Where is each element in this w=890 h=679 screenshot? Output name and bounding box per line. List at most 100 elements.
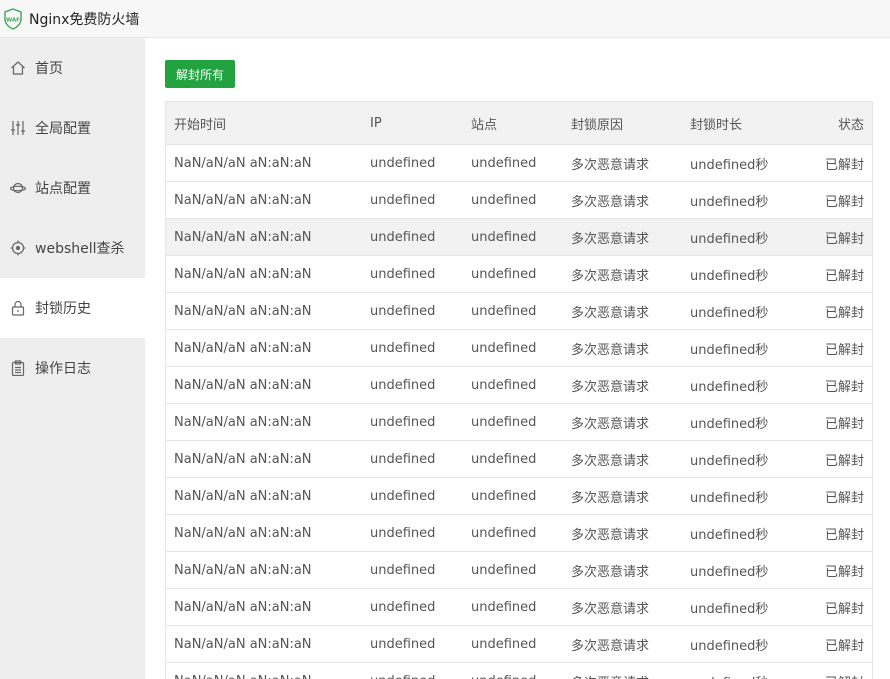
cell-ip: undefined: [362, 403, 463, 441]
logo-text: WAF: [6, 17, 20, 23]
cell-reason: 多次恶意请求: [563, 181, 682, 219]
cell-start-time: NaN/aN/aN aN:aN:aN: [165, 292, 362, 330]
table-row[interactable]: NaN/aN/aN aN:aN:aNundefinedundefined多次恶意…: [165, 181, 873, 219]
cell-reason: 多次恶意请求: [563, 440, 682, 478]
cell-status: 已解封: [795, 181, 873, 219]
column-header-ip[interactable]: IP: [362, 101, 463, 145]
cell-duration: undefined秒: [682, 440, 795, 478]
cell-reason: 多次恶意请求: [563, 255, 682, 293]
table-row[interactable]: NaN/aN/aN aN:aN:aNundefinedundefined多次恶意…: [165, 218, 873, 256]
table-row[interactable]: NaN/aN/aN aN:aN:aNundefinedundefined多次恶意…: [165, 366, 873, 404]
cell-start-time: NaN/aN/aN aN:aN:aN: [165, 255, 362, 293]
cell-duration: undefined秒: [682, 662, 795, 679]
cell-start-time: NaN/aN/aN aN:aN:aN: [165, 588, 362, 626]
cell-site: undefined: [463, 292, 563, 330]
cell-site: undefined: [463, 255, 563, 293]
unban-all-button[interactable]: 解封所有: [165, 60, 235, 88]
column-header-start-time[interactable]: 开始时间: [165, 101, 362, 145]
cell-reason: 多次恶意请求: [563, 551, 682, 589]
cell-status: 已解封: [795, 662, 873, 679]
cell-status: 已解封: [795, 366, 873, 404]
cell-site: undefined: [463, 551, 563, 589]
table-row[interactable]: NaN/aN/aN aN:aN:aNundefinedundefined多次恶意…: [165, 403, 873, 441]
cell-ip: undefined: [362, 662, 463, 679]
cell-ip: undefined: [362, 625, 463, 663]
cell-reason: 多次恶意请求: [563, 477, 682, 515]
sidebar: 首页 全局配置 站点配置 webshell查杀 封锁历史 操作日志: [0, 38, 145, 679]
cell-site: undefined: [463, 329, 563, 367]
cell-ip: undefined: [362, 292, 463, 330]
home-icon: [10, 60, 26, 76]
cell-duration: undefined秒: [682, 329, 795, 367]
table-row[interactable]: NaN/aN/aN aN:aN:aNundefinedundefined多次恶意…: [165, 329, 873, 367]
cell-status: 已解封: [795, 144, 873, 182]
column-header-duration[interactable]: 封锁时长: [682, 101, 795, 145]
table-header-row: 开始时间 IP 站点 封锁原因 封锁时长 状态: [165, 101, 873, 145]
cell-status: 已解封: [795, 292, 873, 330]
sidebar-item-label: 站点配置: [35, 181, 91, 197]
column-header-status[interactable]: 状态: [795, 101, 873, 145]
cell-duration: undefined秒: [682, 366, 795, 404]
cell-reason: 多次恶意请求: [563, 403, 682, 441]
table-row[interactable]: NaN/aN/aN aN:aN:aNundefinedundefined多次恶意…: [165, 292, 873, 330]
sidebar-item-operation-log[interactable]: 操作日志: [0, 338, 145, 398]
sidebar-item-global-config[interactable]: 全局配置: [0, 98, 145, 158]
lock-icon: [10, 300, 26, 316]
table-row[interactable]: NaN/aN/aN aN:aN:aNundefinedundefined多次恶意…: [165, 477, 873, 515]
cell-reason: 多次恶意请求: [563, 662, 682, 679]
sidebar-item-ban-history[interactable]: 封锁历史: [0, 278, 145, 338]
sidebar-item-site-config[interactable]: 站点配置: [0, 158, 145, 218]
cell-status: 已解封: [795, 588, 873, 626]
cell-ip: undefined: [362, 366, 463, 404]
cell-reason: 多次恶意请求: [563, 144, 682, 182]
cell-duration: undefined秒: [682, 551, 795, 589]
cell-duration: undefined秒: [682, 181, 795, 219]
cell-start-time: NaN/aN/aN aN:aN:aN: [165, 551, 362, 589]
cell-ip: undefined: [362, 551, 463, 589]
top-bar: WAF Nginx免费防火墙: [0, 0, 890, 38]
table-row[interactable]: NaN/aN/aN aN:aN:aNundefinedundefined多次恶意…: [165, 662, 873, 679]
target-icon: [10, 240, 26, 256]
cell-status: 已解封: [795, 625, 873, 663]
cell-ip: undefined: [362, 144, 463, 182]
table-row[interactable]: NaN/aN/aN aN:aN:aNundefinedundefined多次恶意…: [165, 255, 873, 293]
table-body: NaN/aN/aN aN:aN:aN undefined undefined 多次恶意…: [165, 144, 873, 679]
cell-start-time: NaN/aN/aN aN:aN:aN: [165, 477, 362, 515]
cell-ip: undefined: [362, 440, 463, 478]
table-row[interactable]: NaN/aN/aN aN:aN:aNundefinedundefined多次恶意…: [165, 440, 873, 478]
cell-start-time: NaN/aN/aN aN:aN:aN: [165, 366, 362, 404]
sidebar-item-label: 封锁历史: [35, 301, 91, 317]
cell-status: 已解封: [795, 403, 873, 441]
cell-start-time: NaN/aN/aN aN:aN:aN: [165, 403, 362, 441]
table-row[interactable]: NaN/aN/aN aN:aN:aNundefinedundefined多次恶意…: [165, 514, 873, 552]
cell-duration: undefined秒: [682, 588, 795, 626]
sliders-icon: [10, 120, 26, 136]
cell-ip: undefined: [362, 218, 463, 256]
cell-status: 已解封: [795, 440, 873, 478]
sidebar-item-label: webshell查杀: [35, 241, 125, 257]
cell-reason: 多次恶意请求: [563, 366, 682, 404]
cell-site: undefined: [463, 477, 563, 515]
table-row[interactable]: NaN/aN/aN aN:aN:aNundefinedundefined多次恶意…: [165, 625, 873, 663]
sidebar-item-webshell[interactable]: webshell查杀: [0, 218, 145, 278]
cell-duration: undefined秒: [682, 625, 795, 663]
cell-ip: undefined: [362, 329, 463, 367]
cell-site: undefined: [463, 440, 563, 478]
table-row[interactable]: NaN/aN/aN aN:aN:aNundefinedundefined多次恶意…: [165, 551, 873, 589]
cell-site: undefined: [463, 218, 563, 256]
cell-status: 已解封: [795, 255, 873, 293]
sidebar-item-label: 操作日志: [35, 361, 91, 377]
table-row[interactable]: NaN/aN/aN aN:aN:aNundefinedundefined多次恶意…: [165, 588, 873, 626]
planet-icon: [10, 180, 26, 196]
cell-ip: undefined: [362, 588, 463, 626]
sidebar-item-home[interactable]: 首页: [0, 38, 145, 98]
column-header-reason[interactable]: 封锁原因: [563, 101, 682, 145]
cell-start-time: NaN/aN/aN aN:aN:aN: [165, 440, 362, 478]
column-header-site[interactable]: 站点: [463, 101, 563, 145]
ban-history-table: 开始时间 IP 站点 封锁原因 封锁时长 状态 NaN/aN/aN aN:aN:…: [165, 101, 873, 679]
cell-reason: 多次恶意请求: [563, 625, 682, 663]
cell-site: undefined: [463, 144, 563, 182]
table-row[interactable]: NaN/aN/aN aN:aN:aNundefinedundefined多次恶意…: [165, 144, 873, 182]
cell-start-time: NaN/aN/aN aN:aN:aN: [165, 218, 362, 256]
cell-site: undefined: [463, 366, 563, 404]
